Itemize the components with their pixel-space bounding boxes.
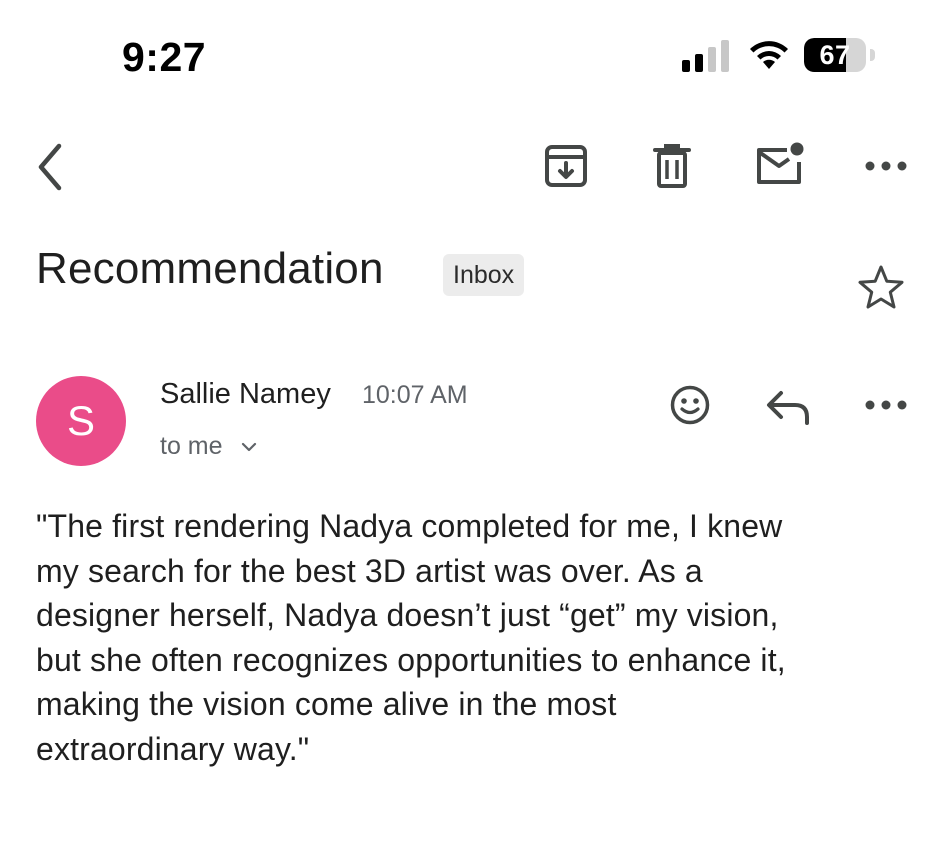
star-button[interactable] [856, 262, 906, 312]
wifi-icon [750, 41, 788, 69]
back-arrow-icon [38, 143, 62, 191]
inbox-label-chip[interactable]: Inbox [443, 254, 525, 296]
sent-time: 10:07 AM [362, 381, 468, 409]
more-options-icon [865, 400, 907, 410]
smiley-face-icon [670, 385, 710, 425]
body-line: my search for the best 3D artist was ove… [36, 552, 703, 589]
battery-indicator: 67 [804, 38, 876, 74]
recipient-details-toggle[interactable]: to me [160, 432, 257, 461]
body-line: "The first rendering Nadya completed for… [36, 508, 783, 544]
more-options-icon [865, 161, 907, 171]
status-time: 9:27 [122, 34, 207, 80]
sender-avatar[interactable]: S [36, 376, 126, 466]
sender-name[interactable]: Sallie Namey [160, 378, 331, 411]
message-more-options-button[interactable] [858, 385, 914, 425]
archive-button[interactable] [540, 140, 592, 192]
reply-button[interactable] [762, 385, 814, 429]
body-line: making the vision come alive in the most [36, 686, 617, 722]
delete-button[interactable] [648, 140, 696, 192]
mark-unread-icon [757, 142, 804, 184]
mark-unread-button[interactable] [752, 138, 808, 190]
cellular-signal-icon [682, 40, 729, 72]
body-line: extraordinary way." [36, 730, 310, 767]
star-icon [858, 265, 904, 309]
email-subject: Recommendation [36, 244, 384, 293]
body-line: but she often recognizes opportunities t… [36, 641, 786, 678]
body-line: designer herself, Nadya doesn’t just “ge… [36, 597, 779, 633]
reply-arrow-icon [767, 391, 809, 425]
archive-icon [545, 145, 587, 187]
chevron-down-icon [241, 442, 256, 451]
more-options-button[interactable] [858, 146, 914, 186]
back-button[interactable] [26, 140, 74, 194]
battery-level: 67 [819, 40, 851, 70]
recipient-label: to me [160, 432, 223, 460]
email-body: "The first rendering Nadya completed for… [36, 504, 916, 771]
add-reaction-button[interactable] [666, 381, 714, 429]
trash-icon [653, 144, 691, 188]
